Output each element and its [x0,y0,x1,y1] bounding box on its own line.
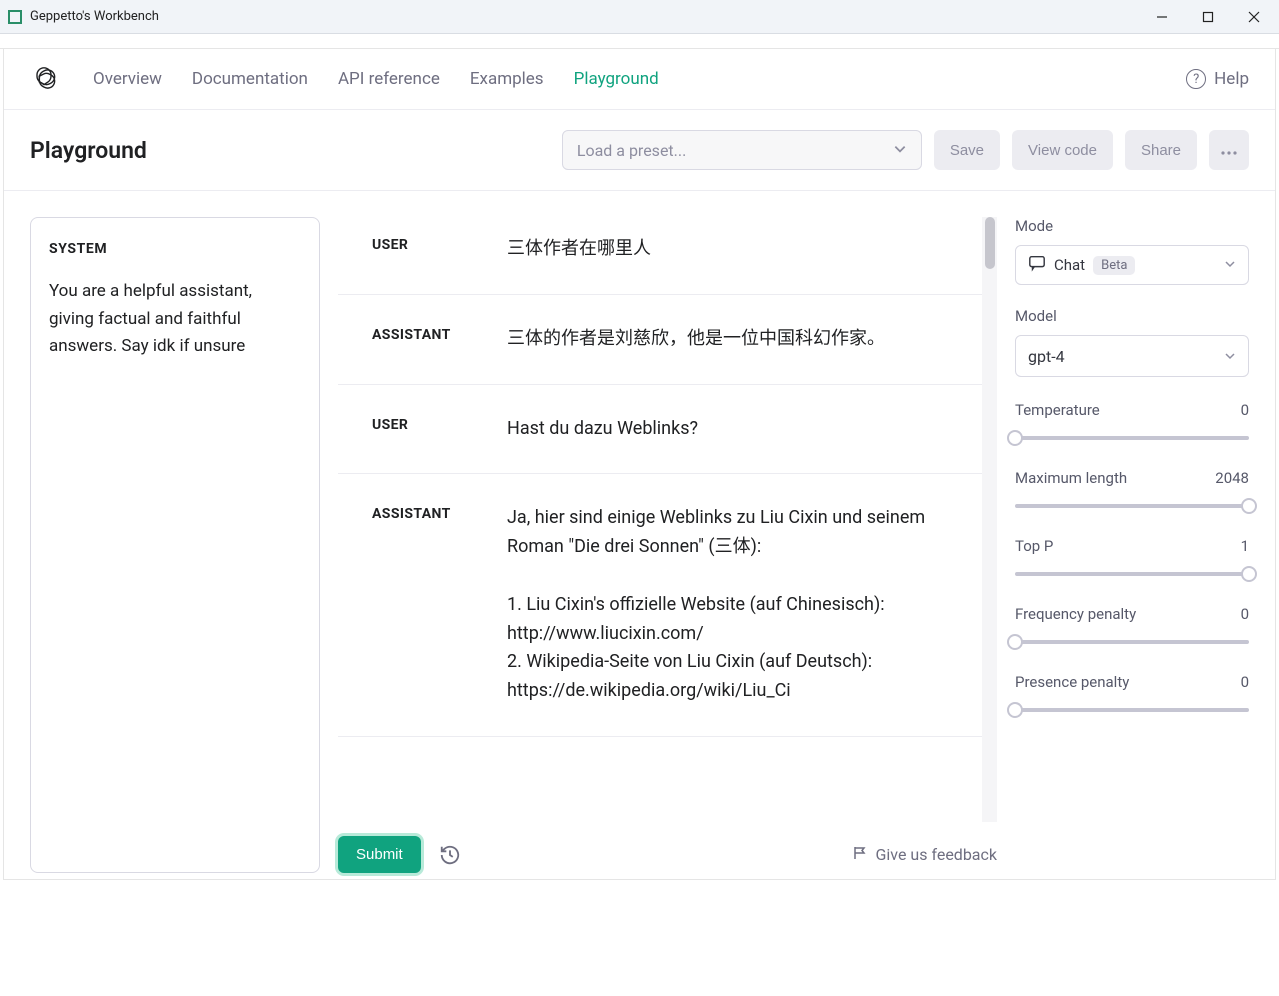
message-content[interactable]: 三体的作者是刘慈欣，他是一位中国科幻作家。 [507,325,977,354]
message-role: USER [372,415,467,444]
nav-link-documentation[interactable]: Documentation [192,69,308,89]
system-card[interactable]: SYSTEM You are a helpful assistant, givi… [30,217,320,873]
nav-link-api-reference[interactable]: API reference [338,69,440,89]
minimize-button[interactable] [1139,1,1185,33]
chat-panel: USER 三体作者在哪里人 ASSISTANT 三体的作者是刘慈欣，他是一位中国科幻作… [338,217,997,873]
history-icon[interactable] [439,844,461,866]
scrollbar[interactable]: ▴ [982,217,997,822]
chevron-down-icon [893,141,907,160]
message-role: ASSISTANT [372,325,467,354]
max-length-slider[interactable] [1015,497,1249,515]
frequency-penalty-slider[interactable] [1015,633,1249,651]
model-value: gpt-4 [1028,347,1065,366]
message-content[interactable]: Hast du dazu Weblinks? [507,415,977,444]
more-button[interactable] [1209,130,1249,170]
save-button[interactable]: Save [934,130,1000,170]
param-value: 2048 [1215,469,1249,487]
top-nav: Overview Documentation API reference Exampl… [4,49,1275,110]
window-titlebar: Geppetto's Workbench [0,0,1279,34]
feedback-label: Give us feedback [876,845,997,864]
chat-icon [1028,254,1046,276]
flag-icon [852,845,868,865]
mode-select[interactable]: Chat Beta [1015,245,1249,285]
help-icon: ? [1186,69,1206,89]
param-label: Top P [1015,537,1053,555]
mode-value: Chat [1054,256,1085,274]
model-select[interactable]: gpt-4 [1015,335,1249,377]
chat-message[interactable]: ASSISTANT Ja, hier sind einige Weblinks z… [338,474,997,737]
chat-message[interactable]: USER 三体作者在哪里人 [338,217,997,295]
preset-select[interactable]: Load a preset... [562,130,922,170]
feedback-link[interactable]: Give us feedback [852,845,997,865]
sidebar: Mode Chat Beta Model gpt-4 [1015,217,1249,873]
chat-message[interactable]: ASSISTANT 三体的作者是刘慈欣，他是一位中国科幻作家。 [338,295,997,385]
page-header: Playground Load a preset... Save View co… [4,110,1275,191]
ellipsis-icon [1221,142,1237,159]
help-link[interactable]: ? Help [1186,69,1249,89]
param-max-length: Maximum length 2048 [1015,469,1249,515]
beta-badge: Beta [1093,256,1135,275]
top-p-slider[interactable] [1015,565,1249,583]
view-code-button[interactable]: View code [1012,130,1113,170]
param-value: 0 [1241,605,1249,623]
message-content[interactable]: Ja, hier sind einige Weblinks zu Liu Cix… [507,504,977,706]
temperature-slider[interactable] [1015,429,1249,447]
param-value: 0 [1241,673,1249,691]
param-value: 1 [1241,537,1249,555]
param-top-p: Top P 1 [1015,537,1249,583]
param-presence-penalty: Presence penalty 0 [1015,673,1249,719]
app-icon [8,10,22,24]
param-label: Frequency penalty [1015,605,1136,623]
nav-link-overview[interactable]: Overview [93,69,162,89]
submit-button[interactable]: Submit [338,836,421,873]
param-value: 0 [1241,401,1249,419]
scroll-thumb[interactable] [985,217,995,269]
window-title: Geppetto's Workbench [30,9,159,24]
model-label: Model [1015,307,1249,325]
preset-placeholder: Load a preset... [577,141,686,160]
page-title: Playground [30,137,147,164]
message-role: ASSISTANT [372,504,467,706]
nav-link-examples[interactable]: Examples [470,69,544,89]
param-frequency-penalty: Frequency penalty 0 [1015,605,1249,651]
nav-link-playground[interactable]: Playground [574,69,659,89]
presence-penalty-slider[interactable] [1015,701,1249,719]
maximize-button[interactable] [1185,1,1231,33]
chevron-down-icon [1224,347,1236,366]
openai-logo-icon [30,65,58,93]
param-temperature: Temperature 0 [1015,401,1249,447]
param-label: Maximum length [1015,469,1127,487]
chat-message[interactable]: USER Hast du dazu Weblinks? [338,385,997,475]
mode-label: Mode [1015,217,1249,235]
close-button[interactable] [1231,1,1277,33]
system-content[interactable]: You are a helpful assistant, giving fact… [49,278,301,360]
message-role: USER [372,235,467,264]
message-content[interactable]: 三体作者在哪里人 [507,235,977,264]
chevron-down-icon [1224,256,1236,274]
help-label: Help [1214,69,1249,89]
param-label: Presence penalty [1015,673,1129,691]
share-button[interactable]: Share [1125,130,1197,170]
param-label: Temperature [1015,401,1100,419]
system-label: SYSTEM [49,238,301,260]
